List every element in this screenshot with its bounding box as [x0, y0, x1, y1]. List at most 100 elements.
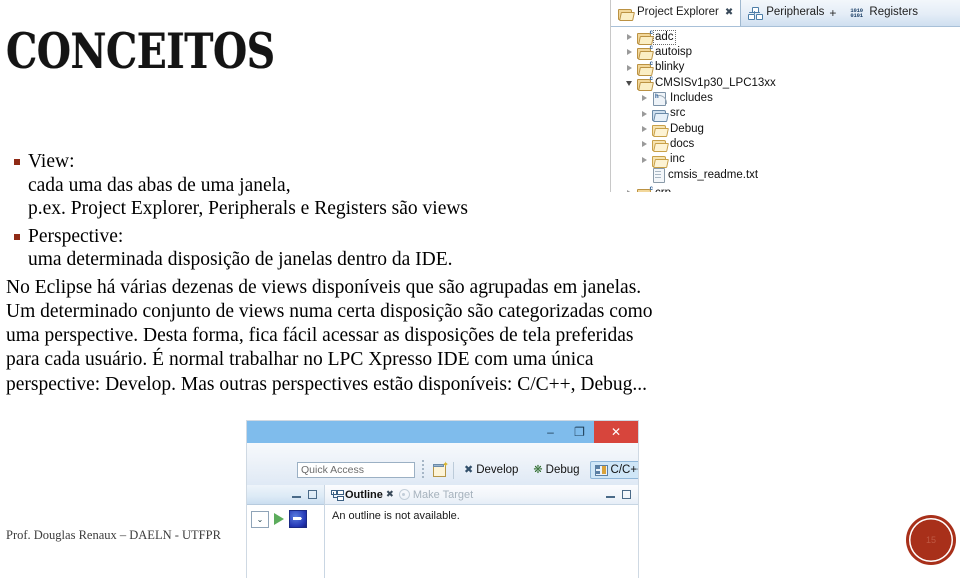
- close-icon[interactable]: ✖: [386, 489, 394, 500]
- tree-item[interactable]: src: [611, 106, 960, 122]
- left-pane-body: ⌄: [247, 505, 324, 528]
- window-title-bar: – ❐ ✕: [247, 421, 638, 443]
- plus-icon[interactable]: +: [829, 6, 836, 20]
- paragraph-line: Um determinado conjunto de views numa ce…: [6, 300, 653, 322]
- chevron-right-icon[interactable]: [625, 64, 634, 73]
- registers-icon: 1010 0101: [850, 7, 863, 19]
- tree-item[interactable]: c adc: [611, 29, 960, 46]
- tab-project-explorer[interactable]: Project Explorer ✖: [611, 0, 742, 26]
- tree-item[interactable]: c crp: [611, 186, 960, 192]
- maximize-icon[interactable]: [622, 490, 631, 499]
- folder-icon: [652, 138, 669, 153]
- perspective-switcher: ✦ ✖ Develop ❋ Debug C/C++: [433, 458, 638, 482]
- perspective-button-develop[interactable]: ✖ Develop: [459, 461, 523, 479]
- paragraph-line: No Eclipse há várias dezenas de views di…: [6, 276, 642, 298]
- tree-item[interactable]: c blinky: [611, 61, 960, 76]
- paragraph-line: perspective: Develop. Mas outras perspec…: [6, 373, 647, 395]
- peripherals-icon: [748, 7, 764, 20]
- tree-item-label: adc: [653, 29, 676, 46]
- includes-icon: h: [652, 92, 667, 107]
- tree-item[interactable]: h Includes: [611, 91, 960, 107]
- perspective-label: Develop: [476, 464, 519, 476]
- tab-peripherals[interactable]: Peripherals +: [741, 0, 843, 26]
- chevron-right-icon[interactable]: [625, 48, 634, 57]
- maximize-icon[interactable]: [308, 490, 317, 499]
- outline-empty-message: An outline is not available.: [332, 510, 460, 522]
- folder-open-icon: [618, 7, 635, 21]
- tree-item[interactable]: docs: [611, 137, 960, 153]
- perspective-button-debug[interactable]: ❋ Debug: [528, 461, 584, 479]
- minimize-button[interactable]: –: [536, 421, 565, 443]
- chevron-right-icon[interactable]: [640, 94, 649, 103]
- project-folder-icon: c: [637, 61, 654, 76]
- perspective-label: C/C++: [610, 464, 638, 476]
- open-perspective-icon[interactable]: ✦: [433, 461, 449, 477]
- chevron-right-icon[interactable]: [625, 33, 634, 42]
- eclipse-window-screenshot: – ❐ ✕ Quick Access ✦ ✖ Develop ❋ Debug C…: [246, 420, 639, 578]
- chevron-right-icon[interactable]: [640, 125, 649, 134]
- tab-label: Outline: [345, 488, 383, 501]
- close-icon[interactable]: ✖: [725, 8, 733, 18]
- paragraph-block: No Eclipse há várias dezenas de views di…: [6, 276, 653, 397]
- debug-launch-icon[interactable]: [289, 510, 307, 528]
- tab-label: Project Explorer: [637, 6, 719, 19]
- chevron-right-icon[interactable]: [625, 189, 634, 192]
- tree-item[interactable]: cmsis_readme.txt: [611, 168, 960, 184]
- tab-label: Registers: [869, 6, 918, 19]
- wrench-icon: ✖: [464, 463, 474, 476]
- paragraph-line: uma perspective. Desta forma, fica fácil…: [6, 325, 634, 347]
- square-bullet-icon: [14, 233, 20, 240]
- cpp-perspective-icon: [594, 464, 608, 476]
- close-button[interactable]: ✕: [594, 421, 638, 443]
- chevron-right-icon[interactable]: [640, 156, 649, 165]
- chevron-right-icon[interactable]: [640, 140, 649, 149]
- tree-item-label: Debug: [670, 122, 704, 135]
- outline-tabstrip: Outline ✖ Make Target: [325, 485, 638, 505]
- bullet-line: cada uma das abas de uma janela,: [28, 174, 291, 196]
- toolbar-grip[interactable]: [422, 460, 425, 480]
- bullet-line: p.ex. Project Explorer, Peripherals e Re…: [28, 198, 469, 219]
- bullet-line: uma determinada disposição de janelas de…: [28, 249, 453, 270]
- tab-make-target[interactable]: Make Target: [398, 488, 474, 501]
- quick-access-input[interactable]: Quick Access: [297, 462, 415, 478]
- folder-icon: [652, 123, 669, 137]
- tree-item-label: Includes: [670, 92, 713, 105]
- tree-item[interactable]: c autoisp: [611, 45, 960, 61]
- chevron-down-icon[interactable]: [625, 79, 634, 88]
- tab-outline[interactable]: Outline ✖: [331, 489, 394, 501]
- footer-credit: Prof. Douglas Renaux – DAELN - UTFPR: [6, 528, 221, 542]
- project-folder-icon: c: [637, 76, 654, 92]
- page-title: CONCEITOS: [6, 22, 275, 80]
- minimize-icon[interactable]: [292, 491, 301, 499]
- tree-item[interactable]: Debug: [611, 122, 960, 137]
- tree-item-label: blinky: [655, 61, 685, 74]
- tree-item-label: crp: [655, 187, 671, 192]
- tree-item[interactable]: inc: [611, 152, 960, 168]
- project-explorer-screenshot: Project Explorer ✖ Peripherals + 1010 01…: [610, 0, 960, 192]
- bullet-block-perspective: Perspective: uma determinada disposição …: [6, 225, 606, 272]
- minimize-icon[interactable]: [606, 491, 615, 499]
- tab-registers[interactable]: 1010 0101 Registers: [843, 0, 925, 26]
- bullet-heading-row: View:: [6, 150, 606, 174]
- tab-label: Make Target: [412, 488, 474, 501]
- tree-item-label: cmsis_readme.txt: [668, 168, 759, 181]
- tree-item-label: CMSISv1p30_LPC13xx: [655, 76, 776, 89]
- eclipse-lower-area: ⌄ Outline ✖ Make Target An outline is no…: [247, 485, 638, 578]
- slide-body: View: cada uma das abas de uma janela, p…: [6, 150, 653, 397]
- left-view-pane: ⌄: [247, 485, 325, 578]
- perspective-button-cpp[interactable]: C/C++: [589, 461, 638, 479]
- tree-item[interactable]: c CMSISv1p30_LPC13xx: [611, 76, 960, 92]
- folder-icon: [652, 154, 669, 168]
- text-file-icon: [652, 168, 665, 184]
- restore-button[interactable]: ❐: [565, 421, 594, 443]
- chevron-right-icon[interactable]: [640, 110, 649, 119]
- project-folder-icon: c: [637, 45, 654, 61]
- toolbar-separator: [453, 461, 454, 479]
- bullet-heading-text: Perspective:: [28, 225, 124, 247]
- project-tree[interactable]: c adc c autoisp c blinky c CMSISv1p30_LP…: [611, 27, 960, 192]
- view-menu-dropdown[interactable]: ⌄: [251, 510, 269, 528]
- outline-pane-buttons: [606, 490, 631, 499]
- bullet-heading-row: Perspective:: [6, 225, 606, 249]
- tree-item-label: src: [670, 107, 686, 120]
- run-icon[interactable]: [274, 513, 284, 525]
